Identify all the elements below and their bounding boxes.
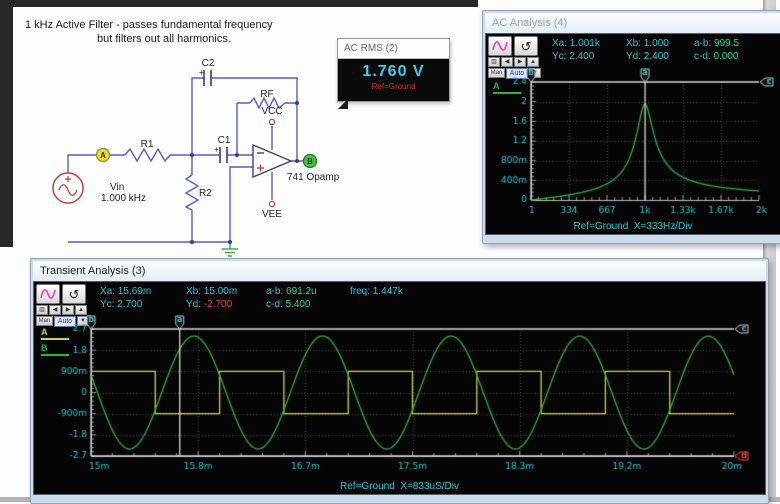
ac-rms-title: AC RMS (2) <box>338 39 449 59</box>
capacitor-c1[interactable] <box>219 147 228 163</box>
video-top-bar <box>0 0 478 7</box>
readout-yc: Yc: 2.400 <box>552 51 595 62</box>
reset-icon: ↺ <box>68 286 80 302</box>
label-rf: RF <box>260 89 273 100</box>
video-left-bar <box>0 0 13 247</box>
label-vin: Vin <box>110 182 124 193</box>
label-vin-freq: 1.000 kHz <box>101 193 146 204</box>
junction-dots <box>190 101 299 244</box>
ac-analysis-window[interactable]: AC Analysis (4) ↺ ▥ ◀ ▶ ▲ Man Auto ▼ Xa:… <box>482 10 780 244</box>
readout-xa: Xa: 1.001k <box>552 38 600 49</box>
circuit-title-line1: 1 kHz Active Filter - passes fundamental… <box>25 19 273 31</box>
ac-analysis-body: ↺ ▥ ◀ ▶ ▲ Man Auto ▼ Xa: 1.001k Xb: 1.00… <box>485 33 780 235</box>
label-r1: R1 <box>141 139 154 150</box>
ac-rms-value: 1.760 V <box>362 63 425 80</box>
label-opamp: 741 Opamp <box>287 172 340 183</box>
waveform-icon <box>492 41 508 51</box>
resistor-r2[interactable] <box>184 174 200 211</box>
readout-ab: a-b: 691.2u <box>266 286 317 297</box>
readout-ab: a-b: 999.5 <box>694 38 740 49</box>
ac-plot-canvas[interactable] <box>487 66 775 232</box>
reset-view-button[interactable]: ↺ <box>514 36 538 56</box>
transient-analysis-body: ↺ ▥ ◀ ▶ ▲ Man Auto ▼ Xa: 15.69m Xb: 15.0… <box>33 281 766 495</box>
transient-analysis-titlebar[interactable]: Transient Analysis (3) <box>33 261 766 281</box>
ground-symbol[interactable] <box>222 242 238 257</box>
capacitor-c2[interactable] <box>203 70 212 86</box>
c2-polarity-mark: + <box>199 68 204 77</box>
ac-analysis-titlebar[interactable]: AC Analysis (4) <box>485 13 780 33</box>
transient-plot-footer: Ref=Ground X=833uS/Div <box>340 481 459 492</box>
label-r2: R2 <box>199 188 212 199</box>
readout-yd: Yd: -2.700 <box>186 299 233 310</box>
reset-view-button[interactable]: ↺ <box>62 284 86 304</box>
readout-cd: c-d: 5.400 <box>266 299 311 310</box>
label-vcc: VCC <box>261 106 282 117</box>
trace-style-button[interactable] <box>488 36 512 56</box>
c1-polarity-mark: + <box>214 145 219 154</box>
ac-rms-ref: Ref=Ground <box>371 82 416 91</box>
label-vee: VEE <box>262 209 282 220</box>
readout-xb: Xb: 1.000 <box>626 38 669 49</box>
probe-b-letter: B <box>307 157 313 166</box>
label-c2: C2 <box>202 58 215 69</box>
ac-rms-body: 1.760 V Ref=Ground <box>338 59 449 101</box>
resistor-r1[interactable] <box>124 147 171 163</box>
transient-analysis-window[interactable]: Transient Analysis (3) ↺ ▥ ◀ ▶ ▲ Man Aut… <box>30 258 769 504</box>
ac-plot-footer: Ref=Ground X=333Hz/Div <box>573 221 693 232</box>
readout-yc: Yc: 2.700 <box>100 299 143 310</box>
vcc-terminal[interactable] <box>268 118 276 126</box>
ac-rms-probe-box[interactable]: AC RMS (2) 1.760 V Ref=Ground <box>337 38 450 102</box>
label-c1: C1 <box>218 135 231 146</box>
trace-style-button[interactable] <box>36 284 60 304</box>
vee-terminal[interactable] <box>268 200 276 208</box>
transient-plot-canvas[interactable] <box>35 314 760 490</box>
readout-cd: c-d: 0.000 <box>694 51 739 62</box>
waveform-icon <box>40 289 56 299</box>
readout-xb: Xb: 15.00m <box>186 286 238 297</box>
probe-a-letter: A <box>100 151 106 160</box>
circuit-title-line2: but filters out all harmonics. <box>97 33 231 45</box>
readout-freq: freq: 1.447k <box>350 286 403 297</box>
readout-yd: Yd: 2.400 <box>626 51 669 62</box>
readout-xa: Xa: 15.69m <box>100 286 152 297</box>
reset-icon: ↺ <box>520 38 532 54</box>
